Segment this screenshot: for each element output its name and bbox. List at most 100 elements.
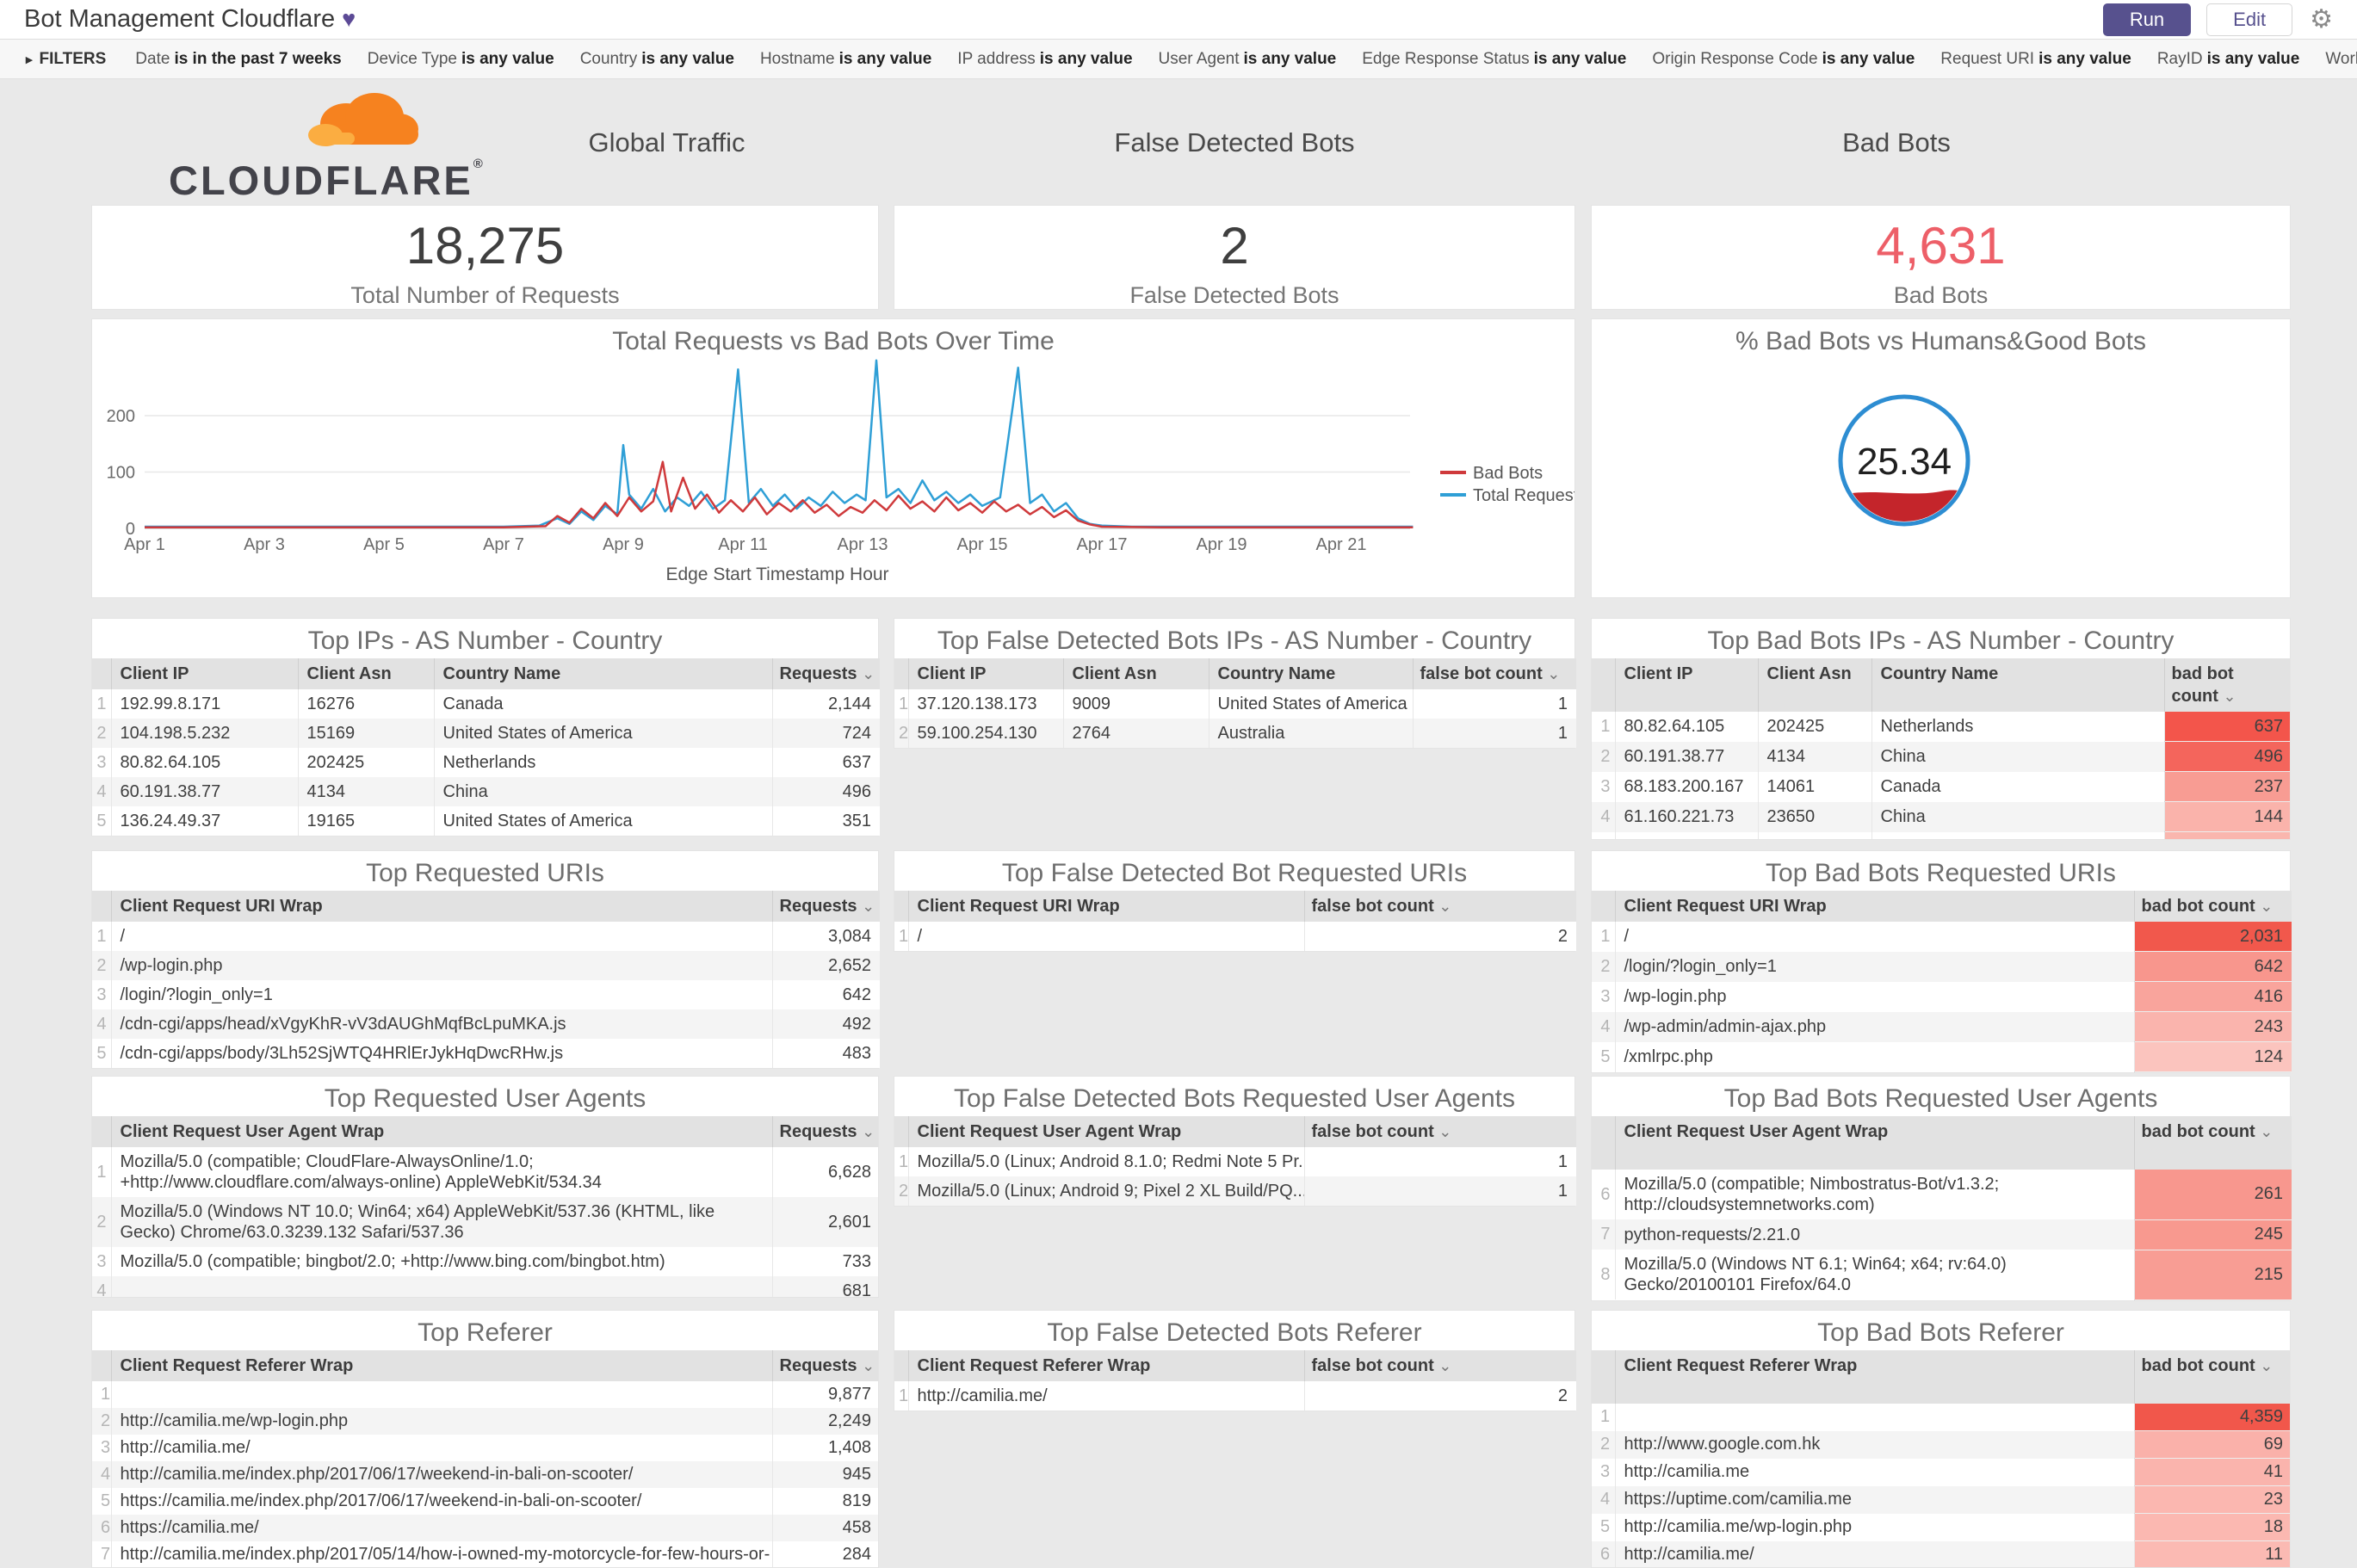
svg-text:25.34: 25.34 [1857,441,1952,483]
column-header[interactable]: Client Asn [1758,658,1871,712]
column-header[interactable]: Client IP [111,658,298,689]
cell: Mozilla/5.0 (Windows NT 6.1; Win64; x64;… [1615,1250,2134,1299]
edit-button[interactable]: Edit [2206,3,2292,36]
filter-ip-address[interactable]: IP addressis any value [957,50,1132,68]
column-header[interactable]: Client Asn [298,658,434,689]
sorted-column-header[interactable]: false bot count ⌄ [1304,891,1576,922]
measure-cell: 642 [772,980,880,1009]
column-header[interactable]: Client Request URI Wrap [1615,891,2134,922]
row-number-header [894,1350,908,1381]
filter-worker-subrequest[interactable]: Worker Subrequestis... [2325,50,2357,68]
top-bar: Bot Management Cloudflare ♥ Run Edit ⚙ [0,0,2357,40]
column-header[interactable]: Country Name [1871,658,2164,712]
gear-icon[interactable]: ⚙ [2310,4,2333,34]
row-number: 1 [894,1381,908,1411]
column-header[interactable]: Client Request User Agent Wrap [908,1116,1304,1147]
cell: Mozilla/5.0 (Linux; Android 9; Pixel 2 X… [908,1176,1304,1206]
tile-false-bots-requested-user-agents: Top False Detected Bots Requested User A… [894,1076,1575,1207]
measure-cell: 243 [2134,1012,2292,1042]
cell: 59.100.254.130 [908,719,1063,748]
sorted-column-header[interactable]: false bot count ⌄ [1304,1116,1576,1147]
svg-text:Apr 17: Apr 17 [1077,535,1128,554]
row-number: 4 [1592,1012,1615,1042]
table-top-uris: Client Request URI WrapRequests ⌄1/3,084… [92,891,880,1068]
measure-cell: 483 [772,1039,880,1068]
cell: Australia [1209,719,1413,748]
table-false-uris: Client Request URI Wrapfalse bot count ⌄… [894,891,1576,951]
column-header[interactable]: Client Request Referer Wrap [1615,1350,2134,1404]
svg-text:Apr 21: Apr 21 [1316,535,1367,554]
cell: Canada [1871,772,2164,802]
filter-user-agent[interactable]: User Agentis any value [1159,50,1337,68]
row-number: 2 [92,1197,111,1247]
row-number: 3 [92,748,111,777]
cell: Mozilla/5.0 (compatible; bingbot/2.0; +h… [111,1247,772,1276]
filter-edge-response-status[interactable]: Edge Response Statusis any value [1362,50,1626,68]
cell: 80.82.64.105 [111,748,298,777]
sort-caret-icon: ⌄ [862,1123,875,1140]
cell: 202425 [298,748,434,777]
measure-cell: 144 [2164,802,2291,832]
table-row: 460.191.38.774134China496 [92,777,880,806]
sorted-column-header[interactable]: Requests ⌄ [772,891,880,922]
sorted-column-header[interactable]: Requests ⌄ [772,1116,879,1147]
filter-country[interactable]: Countryis any value [580,50,734,68]
table-row: 1/2 [894,922,1576,951]
svg-text:Apr 1: Apr 1 [124,535,165,554]
table-row: 14,359 [1592,1404,2291,1431]
table-row: 2/login/?login_only=1642 [1592,952,2292,982]
measure-cell: 124 [2134,1042,2292,1072]
row-number-header [1592,1350,1615,1404]
svg-text:Apr 5: Apr 5 [363,535,405,554]
run-button[interactable]: Run [2103,3,2191,36]
column-header[interactable]: Client IP [908,658,1063,689]
column-header[interactable]: Client Asn [1063,658,1209,689]
column-header[interactable]: Client Request URI Wrap [111,891,772,922]
stat-label: Bad Bots [1592,282,2290,309]
cell [1758,832,1871,841]
cell: http://camilia.me/index.php/2017/05/14/h… [111,1541,772,1568]
measure-cell: 9,877 [772,1381,879,1408]
table-row: 180.82.64.105202425Netherlands637 [1592,712,2291,742]
filter-hostname[interactable]: Hostnameis any value [760,50,931,68]
filter-rayid[interactable]: RayIDis any value [2157,50,2300,68]
tile-title: Top False Detected Bots Referer [894,1311,1574,1350]
filters-toggle[interactable]: ▸FILTERS [26,50,106,69]
sorted-column-header[interactable]: bad bot count ⌄ [2134,891,2292,922]
column-header[interactable]: Client Request User Agent Wrap [111,1116,772,1147]
column-header[interactable]: Client Request Referer Wrap [111,1350,772,1381]
table-row: 1Mozilla/5.0 (Linux; Android 8.1.0; Redm… [894,1147,1576,1176]
row-number: 3 [92,980,111,1009]
svg-text:Apr 15: Apr 15 [957,535,1008,554]
cloudflare-wordmark: CLOUDFLARE® [169,157,468,204]
column-header[interactable]: Country Name [1209,658,1413,689]
table-row: 137.120.138.1739009United States of Amer… [894,689,1576,719]
sorted-column-header[interactable]: bad bot count ⌄ [2134,1350,2291,1404]
filter-date[interactable]: Dateis in the past 7 weeks [135,50,341,68]
tile-bad-bots-requested-user-agents: Top Bad Bots Requested User AgentsClient… [1591,1076,2291,1301]
column-header[interactable]: Client Request User Agent Wrap [1615,1116,2134,1170]
cell [1615,832,1758,841]
sorted-column-header[interactable]: Requests ⌄ [772,1350,879,1381]
filter-origin-response-code[interactable]: Origin Response Codeis any value [1652,50,1915,68]
column-header[interactable]: Client Request URI Wrap [908,891,1304,922]
sorted-column-header[interactable]: Requests ⌄ [772,658,880,689]
filter-device-type[interactable]: Device Typeis any value [368,50,554,68]
sorted-column-header[interactable]: bad bot count ⌄ [2134,1116,2292,1170]
stat-value: 18,275 [92,216,878,275]
row-number: 6 [1592,1170,1615,1219]
column-header[interactable]: Country Name [434,658,772,689]
svg-text:Apr 11: Apr 11 [718,535,767,554]
measure-cell: 237 [2164,772,2291,802]
row-number-header [894,891,908,922]
measure-cell: 637 [772,748,880,777]
sorted-column-header[interactable]: false bot count ⌄ [1304,1350,1576,1381]
cell: Netherlands [434,748,772,777]
filter-request-uri[interactable]: Request URIis any value [1940,50,2131,68]
column-header[interactable]: Client IP [1615,658,1758,712]
stat-value: 4,631 [1592,216,2290,275]
column-header[interactable]: Client Request Referer Wrap [908,1350,1304,1381]
cell: Mozilla/5.0 (Linux; Android 8.1.0; Redmi… [908,1147,1304,1176]
sorted-column-header[interactable]: false bot count ⌄ [1413,658,1576,689]
sorted-column-header[interactable]: bad bot count ⌄ [2164,658,2291,712]
